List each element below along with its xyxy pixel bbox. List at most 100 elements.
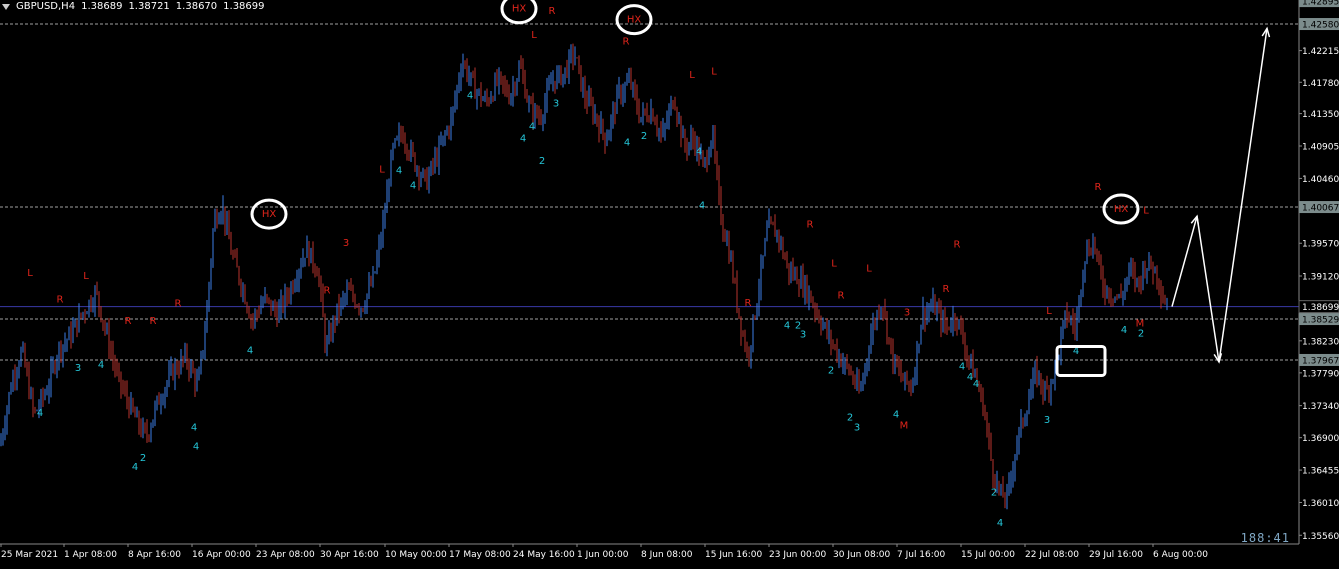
signal-label: 4	[191, 422, 197, 433]
price-badge-label: 1.38699	[1302, 303, 1339, 313]
hx-label: HX	[262, 209, 277, 220]
x-tick-label: 7 Jul 16:00	[897, 550, 946, 560]
signal-label: M	[900, 420, 909, 431]
price-chart[interactable]: LRLR RR3RLLRRL LRRLRL3RRMRLLM43 42444444444…	[0, 0, 1339, 565]
y-tick-label: 1.36010	[1302, 499, 1339, 509]
y-tick-label: 1.41350	[1302, 110, 1339, 120]
signal-label: 2	[140, 453, 146, 464]
signal-label: 3	[75, 363, 81, 374]
y-tick-label: 1.37340	[1302, 402, 1339, 412]
x-tick-label: 8 Jun 08:00	[641, 550, 693, 560]
price-badge-label: 1.42895	[1302, 0, 1339, 8]
hand-drawn-box	[1055, 344, 1107, 377]
signal-label: R	[57, 294, 64, 305]
signal-label: L	[711, 66, 717, 77]
signal-label: R	[125, 316, 132, 327]
signal-label: 3	[553, 98, 559, 109]
signal-label: 4	[98, 360, 104, 371]
open-price: 1.38689	[81, 1, 123, 12]
signal-label: L	[27, 268, 33, 279]
y-tick-label: 1.41780	[1302, 79, 1339, 89]
signal-label: 3	[904, 307, 910, 318]
dropdown-triangle-icon[interactable]	[2, 4, 10, 10]
signal-label: R	[838, 291, 845, 302]
signal-label: 3	[854, 422, 860, 433]
signal-label: R	[745, 298, 752, 309]
signal-label: 2	[991, 487, 997, 498]
signal-label: R	[150, 316, 157, 327]
signal-label: R	[954, 240, 961, 251]
x-tick-label: 15 Jul 00:00	[961, 550, 1015, 560]
x-tick-label: 1 Apr 08:00	[64, 550, 117, 560]
signal-label: 4	[467, 90, 473, 101]
bar-timer: 188:41	[1240, 531, 1290, 545]
signal-label: 4	[784, 321, 790, 332]
signal-label: 2	[1138, 329, 1144, 340]
time-axis: 25 Mar 2021 1 Apr 08:00 8 Apr 16:00 16 Apr …	[0, 543, 1299, 560]
signal-label: 2	[828, 366, 834, 377]
signal-label: 4	[1121, 325, 1127, 336]
x-tick-label: 17 May 08:00	[449, 550, 511, 560]
signal-label: 4	[696, 146, 702, 157]
signal-label: 4	[997, 518, 1003, 529]
price-badge-label: 1.37967	[1302, 356, 1339, 366]
signal-label: 4	[959, 361, 965, 372]
signal-label: L	[689, 70, 695, 81]
y-tick-label: 1.36900	[1302, 434, 1339, 444]
signal-label: 4	[396, 165, 402, 176]
x-tick-label: 16 Apr 00:00	[192, 550, 251, 560]
signal-label: R	[175, 299, 182, 310]
x-tick-label: 25 Mar 2021	[1, 550, 58, 560]
signal-label: 4	[37, 408, 43, 419]
x-tick-label: 29 Jul 16:00	[1089, 550, 1143, 560]
signal-label: 4	[699, 200, 705, 211]
signal-label: L	[866, 264, 872, 275]
hx-label: HX	[512, 4, 527, 15]
x-tick-label: 23 Jun 00:00	[769, 550, 826, 560]
y-tick-label: 1.40905	[1302, 143, 1339, 153]
x-tick-label: 23 Apr 08:00	[256, 550, 315, 560]
symbol-timeframe: GBPUSD,H4	[16, 1, 76, 12]
signal-label: 2	[641, 131, 647, 142]
signal-label: 3	[800, 329, 806, 340]
signal-label: R	[1095, 182, 1102, 193]
y-tick-label: 1.39120	[1302, 273, 1339, 283]
signal-label: R	[807, 219, 814, 230]
y-tick-label: 1.36455	[1302, 467, 1339, 477]
signal-label: 4	[410, 181, 416, 192]
y-tick-label: 1.39570	[1302, 240, 1339, 250]
signal-label: 3	[1044, 415, 1050, 426]
chart-area[interactable]: LRLRRR3RLLRRLLRRLRL3RRMRLLM4342444444444…	[0, 0, 1339, 565]
x-tick-label: 6 Aug 00:00	[1153, 550, 1208, 560]
signal-label: 4	[520, 133, 526, 144]
x-tick-label: 15 Jun 16:00	[705, 550, 762, 560]
signal-label: 2	[847, 412, 853, 423]
signal-label: L	[831, 259, 837, 270]
signal-label: L	[1143, 205, 1149, 216]
x-tick-label: 8 Apr 16:00	[128, 550, 181, 560]
x-tick-label: 30 Apr 16:00	[320, 550, 379, 560]
price-axis: 1.42215 1.41780 1.41350 1.40905 1.40460 1.395…	[1298, 0, 1339, 565]
signal-labels: LRLR RR3RLLRRL LRRLRL3RRMRLLM43 42444444444…	[27, 6, 1149, 529]
signal-label: R	[324, 286, 331, 297]
signal-label: R	[623, 37, 630, 48]
price-badge-label: 1.38529	[1302, 316, 1339, 326]
y-tick-label: 1.38230	[1302, 337, 1339, 347]
x-tick-label: 10 May 00:00	[385, 550, 447, 560]
close-price: 1.38699	[223, 1, 265, 12]
high-price: 1.38721	[128, 1, 170, 12]
signal-label: L	[1046, 306, 1052, 317]
x-tick-label: 30 Jun 08:00	[833, 550, 890, 560]
signal-label: 2	[539, 156, 545, 167]
signal-label: 4	[893, 409, 899, 420]
x-tick-label: 24 May 16:00	[513, 550, 575, 560]
signal-label: 3	[343, 238, 349, 249]
signal-label: R	[943, 284, 950, 295]
signal-label: 4	[624, 138, 630, 149]
y-tick-label: 1.42215	[1302, 47, 1339, 57]
signal-label: 4	[973, 379, 979, 390]
signal-label: 4	[247, 345, 253, 356]
signal-label: 4	[193, 441, 199, 452]
projection-path	[1171, 28, 1268, 363]
x-tick-label: 22 Jul 08:00	[1025, 550, 1079, 560]
